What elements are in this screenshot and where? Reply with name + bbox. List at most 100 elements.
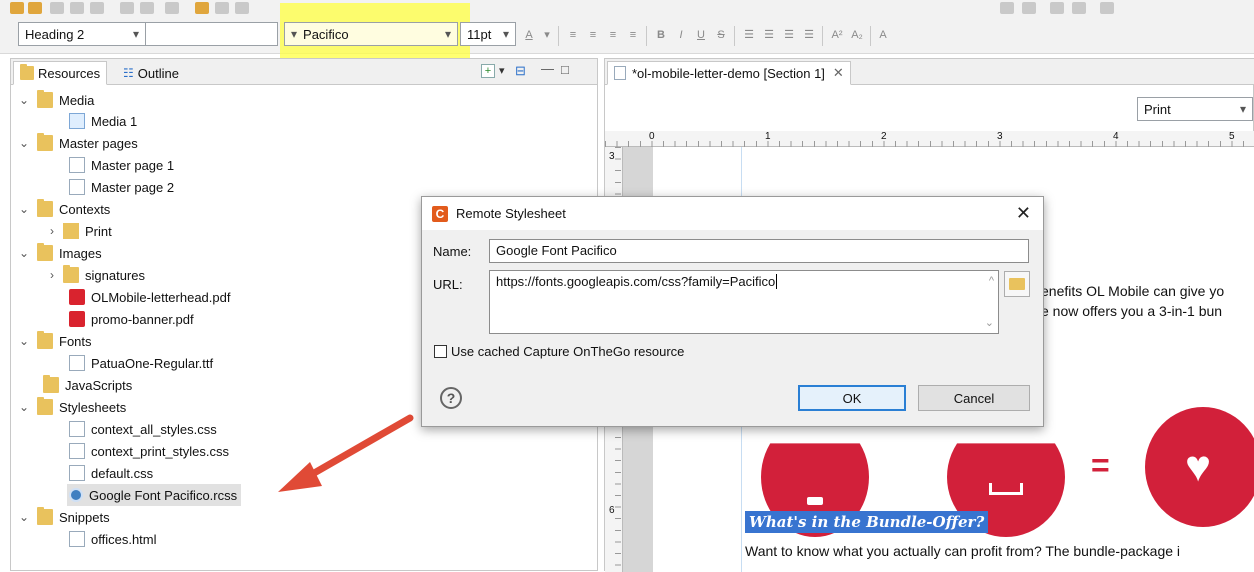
class-select[interactable]: [146, 22, 278, 46]
tree-item-css[interactable]: default.css: [69, 462, 153, 484]
page-icon: [69, 179, 85, 195]
export-icon[interactable]: [235, 2, 249, 14]
panel-icon[interactable]: [1072, 2, 1086, 14]
font-color-icon[interactable]: A: [522, 28, 536, 42]
tree-item-font-file[interactable]: PatuaOne-Regular.ttf: [69, 352, 213, 374]
browse-button[interactable]: [1004, 271, 1030, 297]
align-center-icon[interactable]: ≡: [586, 28, 600, 42]
tree-folder-fonts[interactable]: ⌄ Fonts: [17, 330, 92, 352]
editor-tabbar: *ol-mobile-letter-demo [Section 1] ✕: [605, 59, 1254, 85]
tree-item-media-1[interactable]: Media 1: [69, 110, 137, 132]
tree-item-print-context[interactable]: › Print: [45, 220, 112, 242]
tree-folder-snippets[interactable]: ⌄ Snippets: [17, 506, 110, 528]
indent-icon[interactable]: ☰: [802, 28, 816, 42]
cached-checkbox[interactable]: [434, 345, 447, 358]
undo-icon[interactable]: [120, 2, 134, 14]
split-icon[interactable]: [1022, 2, 1036, 14]
collapse-all-icon[interactable]: ⊟: [515, 63, 526, 79]
wizard-icon[interactable]: [195, 2, 209, 14]
font-select[interactable]: ▾ Pacifico ▾: [284, 22, 458, 46]
folder-open-icon: [1009, 278, 1025, 290]
top-icon-row: [0, 0, 1254, 18]
superscript-icon[interactable]: A²: [830, 28, 844, 42]
page-icon: [69, 157, 85, 173]
proof-icon[interactable]: [215, 2, 229, 14]
align-right-icon[interactable]: ≡: [606, 28, 620, 42]
tree-label: Contexts: [59, 201, 111, 217]
tree-item-css[interactable]: context_all_styles.css: [69, 418, 217, 440]
redo-icon[interactable]: [140, 2, 154, 14]
help-icon[interactable]: ?: [440, 387, 462, 409]
ok-button[interactable]: OK: [798, 385, 906, 411]
tree-item-master-page-2[interactable]: Master page 2: [69, 176, 174, 198]
align-justify-icon[interactable]: ≡: [626, 28, 640, 42]
text-cursor: [776, 274, 778, 289]
print-icon[interactable]: [90, 2, 104, 14]
css-file-icon: [69, 421, 85, 437]
tree-folder-contexts[interactable]: ⌄ Contexts: [17, 198, 110, 220]
tree-folder-media[interactable]: ⌄ Media: [17, 89, 94, 111]
tab-document[interactable]: *ol-mobile-letter-demo [Section 1] ✕: [607, 61, 851, 85]
chevron-down-icon: ⌄: [18, 93, 30, 107]
window-icon[interactable]: [1050, 2, 1064, 14]
underline-icon[interactable]: U: [694, 28, 708, 42]
tree-folder-master-pages[interactable]: ⌄ Master pages: [17, 132, 138, 154]
toggle-icon[interactable]: [1100, 2, 1114, 14]
chevron-down-icon[interactable]: ▾: [499, 64, 505, 77]
name-field[interactable]: Google Font Pacifico: [489, 239, 1029, 263]
bold-icon[interactable]: B: [654, 28, 668, 42]
selected-heading[interactable]: What's in the Bundle-Offer?: [745, 511, 989, 533]
italic-icon[interactable]: I: [674, 28, 688, 42]
tree-item-css[interactable]: context_print_styles.css: [69, 440, 229, 462]
save-icon[interactable]: [50, 2, 64, 14]
tab-label: Resources: [38, 65, 101, 81]
tree-item-promo-banner-pdf[interactable]: promo-banner.pdf: [69, 308, 194, 330]
close-icon[interactable]: ✕: [1016, 203, 1031, 224]
tree-item-remote-stylesheet[interactable]: Google Font Pacifico.rcss: [67, 484, 242, 506]
maximize-icon[interactable]: □: [561, 62, 569, 77]
save-all-icon[interactable]: [70, 2, 84, 14]
layout-icon[interactable]: [1000, 2, 1014, 14]
media-select[interactable]: Print ▾: [1137, 97, 1253, 121]
outdent-icon[interactable]: ☰: [782, 28, 796, 42]
tree-label: PatuaOne-Regular.ttf: [91, 355, 214, 371]
separator: [646, 26, 647, 46]
body-text: Want to know what you actually can profi…: [745, 543, 1181, 559]
size-select-value: 11pt: [467, 26, 492, 42]
chevron-down-icon: ⌄: [18, 400, 30, 414]
annotation-arrow: [278, 414, 414, 492]
url-field[interactable]: https://fonts.googleapis.com/css?family=…: [489, 270, 999, 334]
cancel-button[interactable]: Cancel: [918, 385, 1030, 411]
bullet-list-icon[interactable]: ☰: [762, 28, 776, 42]
scroll-up-icon[interactable]: ^: [989, 275, 994, 287]
close-icon[interactable]: ✕: [833, 65, 844, 81]
align-left-icon[interactable]: ≡: [566, 28, 580, 42]
clear-format-icon[interactable]: A: [876, 28, 890, 42]
new-resource-icon[interactable]: +: [481, 64, 495, 78]
preview-icon[interactable]: [165, 2, 179, 14]
scroll-down-icon[interactable]: ⌄: [985, 316, 994, 329]
tab-resources[interactable]: Resources: [13, 61, 108, 85]
folder-icon: [63, 265, 79, 283]
tree-folder-images[interactable]: ⌄ Images: [17, 242, 102, 264]
style-select[interactable]: Heading 2 ▾: [18, 22, 146, 46]
cached-resource-option[interactable]: Use cached Capture OnTheGo resource: [434, 344, 684, 359]
tree-item-letterhead-pdf[interactable]: OLMobile-letterhead.pdf: [69, 286, 230, 308]
tree-label: Images: [59, 245, 102, 261]
strikethrough-icon[interactable]: S: [714, 28, 728, 42]
minimize-icon[interactable]: —: [541, 61, 554, 76]
size-select[interactable]: 11pt ▾: [460, 22, 516, 46]
folder-icon: [37, 397, 53, 415]
open-icon[interactable]: [28, 2, 42, 14]
tree-item-snippet[interactable]: offices.html: [69, 528, 157, 550]
tree-folder-javascripts[interactable]: JavaScripts: [37, 374, 132, 396]
tree-folder-stylesheets[interactable]: ⌄ Stylesheets: [17, 396, 126, 418]
subscript-icon[interactable]: A₂: [850, 28, 864, 42]
folder-icon: [37, 331, 53, 349]
numbered-list-icon[interactable]: ☰: [742, 28, 756, 42]
tree-folder-signatures[interactable]: › signatures: [45, 264, 145, 286]
chevron-down-icon[interactable]: ▾: [540, 28, 554, 42]
tree-item-master-page-1[interactable]: Master page 1: [69, 154, 174, 176]
folder-icon[interactable]: [10, 2, 24, 14]
tab-outline[interactable]: ☷ Outline: [117, 61, 185, 85]
